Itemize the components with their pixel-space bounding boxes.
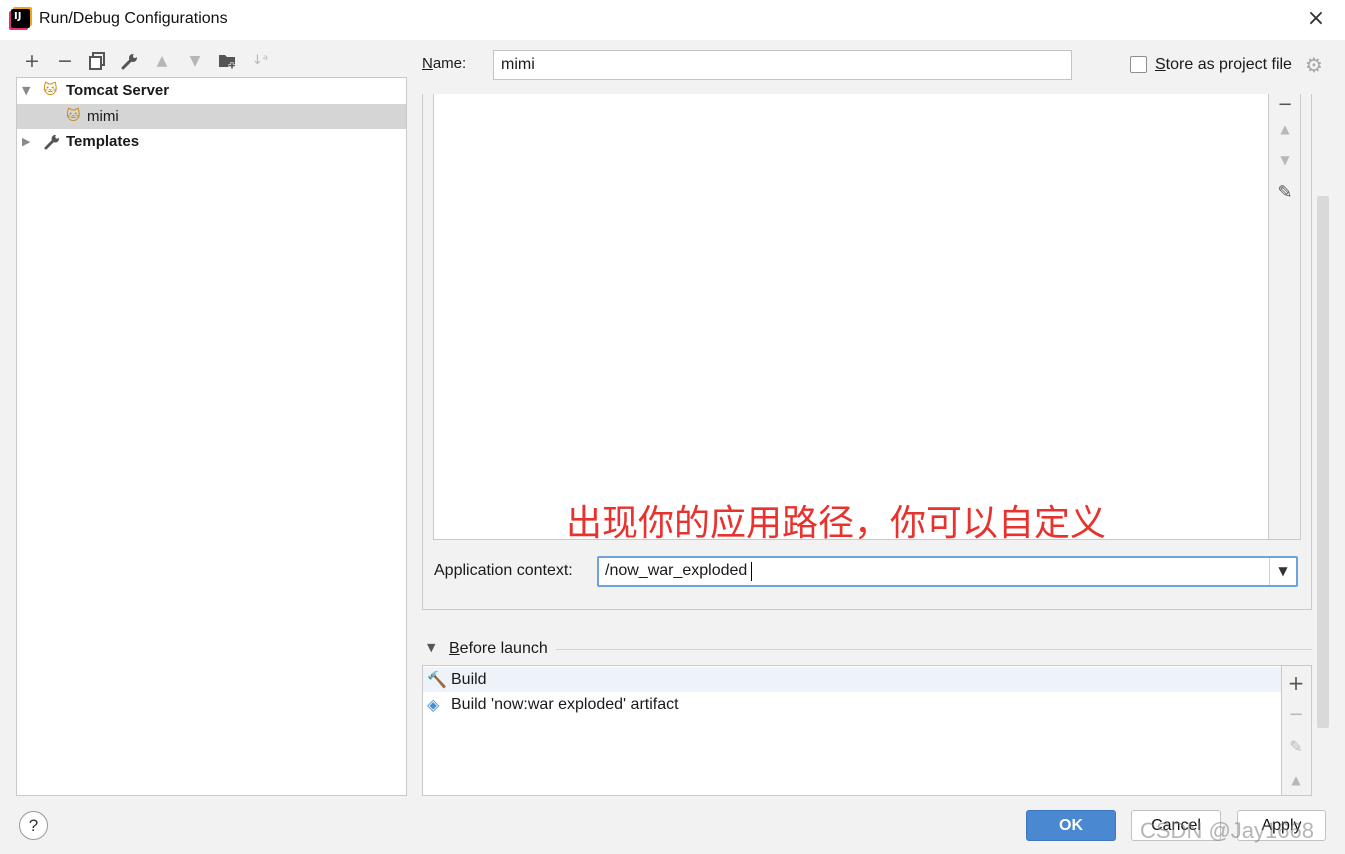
before-launch-list[interactable]: 🔨 Build ◈ Build 'now:war exploded' artif… <box>422 665 1282 796</box>
new-folder-button[interactable] <box>217 50 239 72</box>
list-item-label: Build <box>451 671 487 688</box>
annotation-text: 出现你的应用路径，你可以自定义 <box>566 503 1107 544</box>
tree-item-label: Templates <box>66 133 140 150</box>
collapse-arrow-icon[interactable]: ▶ <box>22 129 34 154</box>
expand-arrow-icon[interactable]: ▼ <box>22 78 34 103</box>
remove-configuration-button[interactable]: − <box>54 50 76 72</box>
tree-item-label: Tomcat Server <box>66 82 170 99</box>
name-label: Name: <box>422 55 467 72</box>
chevron-down-icon[interactable]: ▼ <box>1269 558 1296 585</box>
folder-plus-icon <box>219 55 236 69</box>
wrench-icon <box>44 133 61 158</box>
move-down-button[interactable]: ▼ <box>184 50 206 72</box>
application-context-value[interactable]: /now_war_exploded <box>605 562 747 580</box>
deployment-tools: − ▲ ▼ ✎ <box>1269 94 1301 540</box>
remove-task-button[interactable]: − <box>1285 704 1307 726</box>
watermark: CSDN @Jay1668 <box>1140 818 1314 843</box>
add-task-button[interactable]: + <box>1285 672 1307 694</box>
before-launch-tools: + − ✎ ▲ <box>1282 665 1312 796</box>
store-as-project-file-checkbox[interactable] <box>1130 56 1147 73</box>
hammer-icon: 🔨 <box>427 670 447 689</box>
intellij-idea-icon: IJ <box>11 9 30 28</box>
deployment-list[interactable] <box>433 94 1269 540</box>
copy-icon <box>89 52 105 70</box>
edit-templates-button[interactable] <box>119 50 141 72</box>
wrench-icon <box>121 54 137 70</box>
before-launch-item-build[interactable]: 🔨 Build <box>423 667 1281 692</box>
edit-task-button[interactable]: ✎ <box>1285 736 1307 758</box>
edit-artifact-button[interactable]: ✎ <box>1274 182 1296 204</box>
sort-button[interactable]: ↓ᵃ <box>249 50 271 72</box>
window-title: Run/Debug Configurations <box>39 10 228 27</box>
add-configuration-button[interactable]: + <box>21 50 43 72</box>
copy-configuration-button[interactable] <box>86 50 108 72</box>
application-context-label: Application context: <box>434 562 573 579</box>
move-artifact-up-button[interactable]: ▲ <box>1274 118 1296 140</box>
close-icon[interactable]: × <box>1306 8 1326 30</box>
before-launch-label[interactable]: Before launch <box>449 640 548 658</box>
move-up-button[interactable]: ▲ <box>151 50 173 72</box>
pencil-icon: ✎ <box>1289 737 1303 756</box>
remove-artifact-button[interactable]: − <box>1274 94 1296 116</box>
gear-icon[interactable]: ⚙ <box>1305 53 1323 77</box>
help-button[interactable]: ? <box>19 811 48 840</box>
before-launch-separator <box>556 649 1312 650</box>
list-item-label: Build 'now:war exploded' artifact <box>451 696 679 713</box>
tree-item-templates[interactable]: ▶ Templates <box>17 129 406 154</box>
pencil-icon: ✎ <box>1277 182 1293 203</box>
move-artifact-down-button[interactable]: ▼ <box>1274 149 1296 171</box>
before-launch-item-artifact[interactable]: ◈ Build 'now:war exploded' artifact <box>423 692 1281 717</box>
configuration-tree[interactable]: ▼ 🐱 Tomcat Server 🐱 mimi ▶ Templates <box>16 77 407 796</box>
ok-button[interactable]: OK <box>1026 810 1116 841</box>
collapse-before-launch-icon[interactable]: ▼ <box>427 641 435 654</box>
tree-item-label: mimi <box>87 108 119 125</box>
sort-az-icon: ↓ᵃ <box>252 53 268 68</box>
tomcat-icon: 🐱 <box>66 108 81 124</box>
vertical-scrollbar[interactable] <box>1317 196 1329 728</box>
artifact-icon: ◈ <box>427 695 440 714</box>
text-caret <box>751 562 752 581</box>
tree-item-mimi[interactable]: 🐱 mimi <box>17 104 406 129</box>
move-task-up-button[interactable]: ▲ <box>1285 769 1307 791</box>
tomcat-icon: 🐱 <box>43 82 58 98</box>
tree-item-tomcat-server[interactable]: ▼ 🐱 Tomcat Server <box>17 78 406 103</box>
store-as-project-file-label[interactable]: Store as project file <box>1155 56 1292 74</box>
name-input[interactable]: mimi <box>493 50 1072 80</box>
